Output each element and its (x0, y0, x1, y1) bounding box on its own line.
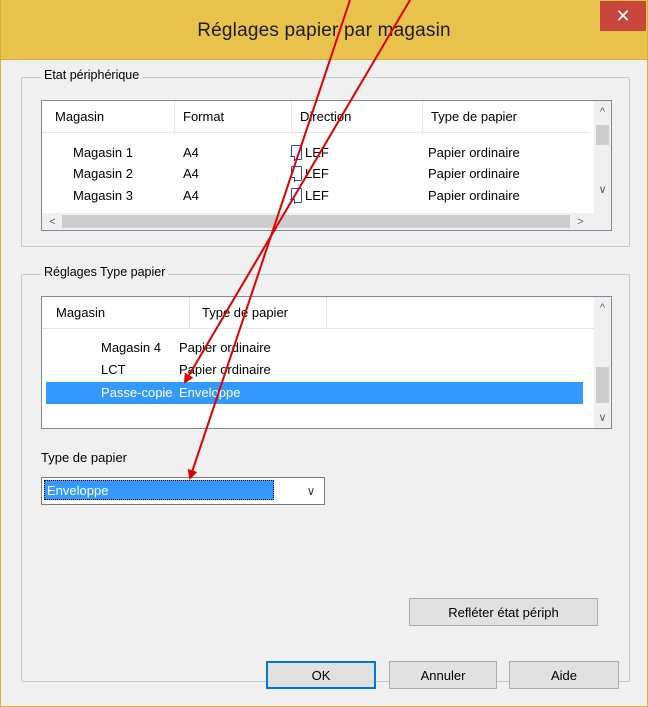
paper-type-cell: Papier ordinaire (428, 188, 520, 203)
tray-cell: Passe-copie (101, 385, 173, 400)
list-item[interactable]: Magasin 4 Papier ordinaire (46, 337, 583, 359)
paper-settings-group-label: Réglages Type papier (41, 265, 169, 279)
paper-settings-list[interactable]: Magasin Type de papier Magasin 4 Papier … (41, 296, 612, 429)
column-header-format[interactable]: Format (175, 101, 292, 133)
tray-cell: LCT (101, 362, 126, 377)
direction-cell: LEF (290, 142, 329, 164)
chevron-down-icon[interactable]: ∨ (300, 478, 322, 504)
vertical-scrollbar[interactable]: ^ ∨ (594, 297, 611, 428)
paper-type-cell: Papier ordinaire (428, 145, 520, 160)
paper-type-label: Type de papier (41, 450, 128, 465)
scroll-right-icon[interactable]: > (572, 213, 589, 230)
horizontal-scrollbar[interactable]: < > (42, 213, 594, 230)
page-orientation-icon (290, 145, 302, 161)
scroll-left-icon[interactable]: < (44, 213, 61, 230)
scroll-thumb[interactable] (62, 215, 570, 228)
column-header-tray[interactable]: Magasin (42, 297, 190, 329)
tray-cell: Magasin 3 (73, 188, 133, 203)
list-item[interactable]: Magasin 1 A4 LEF Papier ordinaire (42, 142, 590, 164)
close-button[interactable]: ✕ (600, 1, 646, 31)
page-orientation-icon (290, 188, 302, 204)
page-orientation-icon (290, 166, 302, 182)
column-header-tray[interactable]: Magasin (42, 101, 175, 133)
paper-type-cell: Papier ordinaire (179, 362, 271, 377)
paper-settings-list-header: Magasin Type de papier (42, 297, 594, 329)
format-cell: A4 (183, 166, 199, 181)
scrollbar-corner (594, 213, 611, 230)
column-header-paper-type[interactable]: Type de papier (423, 101, 590, 133)
scroll-down-icon[interactable]: ∨ (594, 181, 611, 198)
close-icon: ✕ (615, 5, 631, 26)
format-cell: A4 (183, 145, 199, 160)
tray-cell: Magasin 1 (73, 145, 133, 160)
cancel-button[interactable]: Annuler (389, 661, 497, 689)
dialog-window: Réglages papier par magasin ✕ Etat périp… (0, 0, 648, 707)
vertical-scrollbar[interactable]: ^ ∨ (594, 101, 611, 213)
window-title: Réglages papier par magasin (197, 20, 451, 41)
direction-value: LEF (305, 166, 329, 181)
scroll-up-icon[interactable]: ^ (594, 299, 611, 316)
device-state-list-header: Magasin Format Direction Type de papier (42, 101, 590, 133)
list-item[interactable]: LCT Papier ordinaire (46, 359, 583, 381)
direction-value: LEF (305, 145, 329, 160)
reflect-device-state-button[interactable]: Refléter état périph (409, 598, 598, 626)
paper-type-cell: Enveloppe (179, 385, 241, 400)
direction-cell: LEF (290, 163, 329, 185)
paper-type-cell: Papier ordinaire (179, 340, 271, 355)
format-cell: A4 (183, 188, 199, 203)
paper-type-select[interactable]: Enveloppe ∨ (41, 477, 325, 505)
list-item[interactable]: Magasin 3 A4 LEF Papier ordinaire (42, 185, 590, 207)
direction-cell: LEF (290, 185, 329, 207)
device-state-list[interactable]: Magasin Format Direction Type de papier … (41, 100, 612, 231)
column-header-empty (327, 297, 594, 329)
ok-button[interactable]: OK (266, 661, 376, 689)
scroll-thumb[interactable] (596, 125, 609, 145)
scroll-down-icon[interactable]: ∨ (594, 409, 611, 426)
title-bar[interactable]: Réglages papier par magasin ✕ (1, 0, 647, 60)
paper-type-cell: Papier ordinaire (428, 166, 520, 181)
device-state-group-label: Etat périphérique (41, 68, 143, 82)
list-item-selected[interactable]: Passe-copie Enveloppe (46, 382, 583, 404)
column-header-direction[interactable]: Direction (292, 101, 423, 133)
scroll-up-icon[interactable]: ^ (594, 103, 611, 120)
list-item[interactable]: Magasin 2 A4 LEF Papier ordinaire (42, 163, 590, 185)
column-header-paper-type[interactable]: Type de papier (190, 297, 327, 329)
scroll-thumb[interactable] (596, 367, 609, 403)
direction-value: LEF (305, 188, 329, 203)
tray-cell: Magasin 2 (73, 166, 133, 181)
help-button[interactable]: Aide (509, 661, 619, 689)
tray-cell: Magasin 4 (101, 340, 161, 355)
paper-type-select-value: Enveloppe (44, 480, 274, 500)
dialog-client-area: Etat périphérique Magasin Format Directi… (10, 60, 638, 698)
